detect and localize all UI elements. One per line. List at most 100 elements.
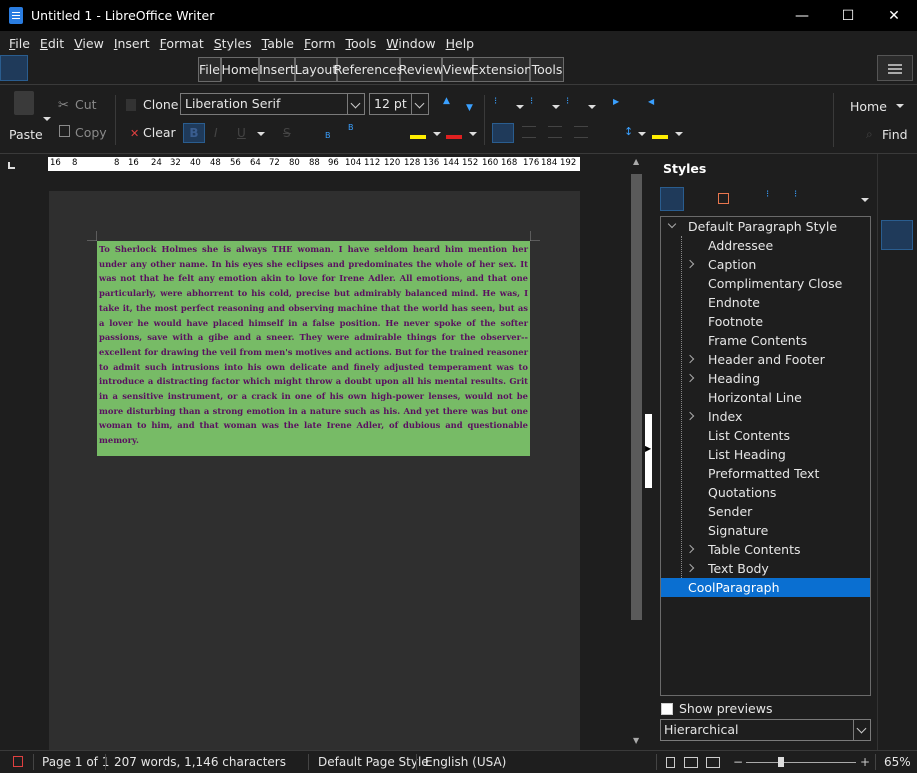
styles-tree[interactable]: Default Paragraph Style Addressee Caption C…: [660, 216, 871, 696]
style-item[interactable]: Complimentary Close: [661, 274, 870, 293]
frame-styles-icon[interactable]: [718, 193, 729, 204]
scroll-up-icon[interactable]: ▲: [633, 157, 639, 166]
single-page-view-icon[interactable]: [666, 757, 675, 768]
word-count[interactable]: 207 words, 1,146 characters: [114, 755, 286, 769]
justify-icon[interactable]: [574, 126, 588, 138]
chevron-right-icon[interactable]: [685, 563, 695, 573]
document-modified-icon[interactable]: [13, 756, 23, 767]
subscript-icon[interactable]: B: [325, 131, 339, 145]
tab-references[interactable]: References: [334, 57, 403, 82]
underline-icon[interactable]: U: [237, 126, 251, 140]
style-item[interactable]: Caption: [661, 255, 870, 274]
tab-file[interactable]: File: [198, 57, 221, 82]
paste-dropdown-icon[interactable]: [43, 117, 51, 121]
menu-file[interactable]: File: [4, 36, 35, 51]
multi-page-view-icon[interactable]: [684, 757, 698, 768]
page-deck-icon[interactable]: [881, 326, 913, 356]
styles-deck-icon[interactable]: [881, 220, 913, 250]
zoom-slider-handle[interactable]: [778, 757, 784, 767]
decrease-indent-icon[interactable]: ◀: [648, 97, 662, 111]
style-item[interactable]: Frame Contents: [661, 331, 870, 350]
highlight-color-icon[interactable]: [410, 135, 426, 139]
menu-tools[interactable]: Tools: [341, 36, 382, 51]
design-deck-icon[interactable]: [881, 434, 913, 464]
tab-home[interactable]: Home: [221, 57, 259, 82]
style-item[interactable]: Horizontal Line: [661, 388, 870, 407]
chevron-down-icon[interactable]: [347, 94, 364, 114]
tab-view[interactable]: View: [442, 57, 473, 82]
tab-insert[interactable]: Insert: [259, 57, 295, 82]
style-item[interactable]: Header and Footer: [661, 350, 870, 369]
clear-button[interactable]: Clear: [143, 125, 176, 140]
chevron-right-icon[interactable]: [685, 411, 695, 421]
scroll-down-icon[interactable]: ▼: [633, 736, 639, 745]
menu-help[interactable]: Help: [441, 36, 480, 51]
close-button[interactable]: ✕: [871, 0, 917, 31]
cut-button[interactable]: Cut: [75, 97, 97, 112]
align-center-icon[interactable]: [522, 126, 536, 138]
style-item[interactable]: Heading: [661, 369, 870, 388]
style-item[interactable]: Sender: [661, 502, 870, 521]
style-item[interactable]: Index: [661, 407, 870, 426]
scrollbar-thumb[interactable]: [631, 174, 642, 620]
style-filter-select[interactable]: Hierarchical: [660, 719, 871, 741]
style-item[interactable]: Text Body: [661, 559, 870, 578]
style-item[interactable]: Signature: [661, 521, 870, 540]
style-item[interactable]: Endnote: [661, 293, 870, 312]
toggle-menu-icon[interactable]: [0, 55, 28, 81]
style-item[interactable]: List Contents: [661, 426, 870, 445]
style-item[interactable]: Addressee: [661, 236, 870, 255]
style-item[interactable]: CoolParagraph: [661, 578, 870, 597]
table-styles-icon[interactable]: ⁝: [794, 189, 797, 200]
shrink-font-icon[interactable]: ▼: [466, 103, 480, 117]
bullets-icon[interactable]: ⁝: [494, 96, 508, 110]
strikethrough-icon[interactable]: S: [283, 126, 297, 140]
chevron-right-icon[interactable]: [685, 373, 695, 383]
hamburger-menu-icon[interactable]: [877, 55, 913, 81]
tab-tools[interactable]: Tools: [530, 57, 564, 82]
chevron-down-icon[interactable]: [411, 94, 428, 114]
book-view-icon[interactable]: [706, 757, 720, 768]
style-item[interactable]: Table Contents: [661, 540, 870, 559]
menu-window[interactable]: Window: [381, 36, 440, 51]
font-name-combo[interactable]: Liberation Serif: [180, 93, 365, 115]
superscript-icon[interactable]: B: [348, 123, 362, 137]
numbering-dropdown-icon[interactable]: [552, 105, 560, 109]
highlight-dropdown-icon[interactable]: [433, 132, 441, 136]
bold-icon[interactable]: B: [183, 123, 205, 143]
show-previews-checkbox[interactable]: [661, 702, 673, 715]
sidebar-splitter[interactable]: ▶: [645, 154, 653, 750]
chevron-down-icon[interactable]: [853, 720, 870, 740]
tab-layout[interactable]: Layout: [295, 57, 337, 82]
line-spacing-icon[interactable]: ↕: [624, 125, 638, 139]
font-size-combo[interactable]: 12 pt: [369, 93, 429, 115]
align-left-icon[interactable]: [492, 123, 514, 143]
zoom-slider[interactable]: [746, 762, 856, 763]
tab-extension[interactable]: Extension: [471, 57, 532, 82]
zoom-in-icon[interactable]: +: [860, 755, 870, 769]
paste-icon[interactable]: [14, 91, 34, 115]
menu-edit[interactable]: Edit: [35, 36, 69, 51]
paste-button[interactable]: Paste: [9, 127, 43, 142]
maximize-button[interactable]: ☐: [825, 0, 871, 31]
tab-stop-icon[interactable]: [8, 162, 15, 169]
style-item[interactable]: Preformatted Text: [661, 464, 870, 483]
menu-format[interactable]: Format: [155, 36, 209, 51]
body-paragraph[interactable]: To Sherlock Holmes she is always THE wom…: [99, 242, 528, 448]
text-language[interactable]: English (USA): [425, 755, 506, 769]
outline-dropdown-icon[interactable]: [588, 105, 596, 109]
clone-button[interactable]: Clone: [143, 97, 178, 112]
find-button[interactable]: Find: [882, 127, 908, 142]
chevron-right-icon[interactable]: [685, 544, 695, 554]
numbering-icon[interactable]: ⁝: [530, 96, 544, 110]
menu-form[interactable]: Form: [299, 36, 341, 51]
menu-insert[interactable]: Insert: [109, 36, 155, 51]
menu-styles[interactable]: Styles: [209, 36, 257, 51]
copy-button[interactable]: Copy: [75, 125, 107, 140]
page-style[interactable]: Default Page Style: [318, 755, 429, 769]
chevron-right-icon[interactable]: [685, 354, 695, 364]
horizontal-ruler[interactable]: 16 8 8 16 24 32 40 48 56 64 72 80 88 96 104 112 120 128 13…: [48, 157, 580, 171]
line-spacing-dropdown-icon[interactable]: [638, 132, 646, 136]
vertical-scrollbar[interactable]: ▲ ▼: [628, 154, 645, 750]
paragraph-styles-icon[interactable]: [660, 187, 684, 211]
